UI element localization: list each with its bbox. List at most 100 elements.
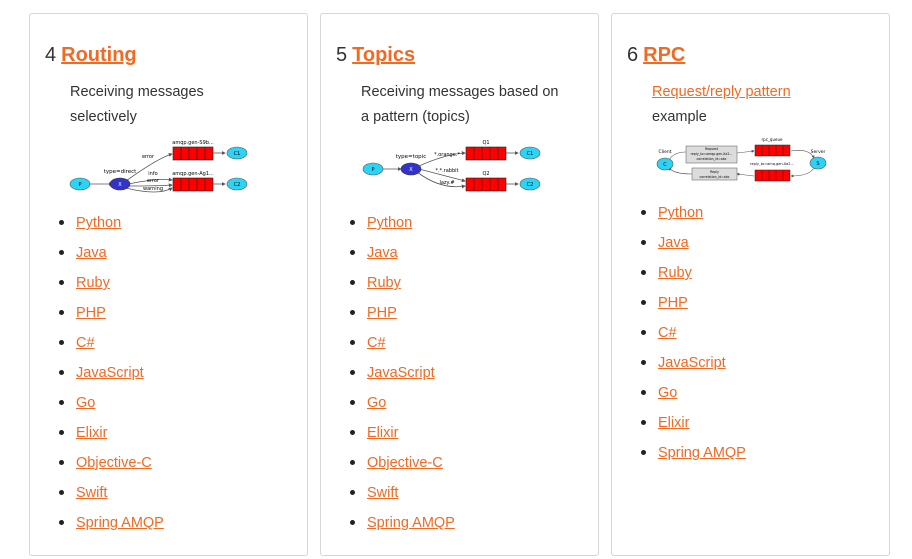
language-list-item: JavaScript: [641, 354, 746, 384]
language-link-php[interactable]: PHP: [367, 305, 397, 321]
language-link-java[interactable]: Java: [658, 235, 689, 251]
language-list-item: Ruby: [350, 274, 455, 304]
language-link-go[interactable]: Go: [658, 385, 677, 401]
language-list-item: Go: [641, 384, 746, 414]
server-caption: Server: [811, 149, 826, 155]
language-link-elixir[interactable]: Elixir: [367, 425, 398, 441]
language-link-ruby[interactable]: Ruby: [76, 275, 110, 291]
language-list-item: Spring AMQP: [641, 444, 746, 474]
language-link-ruby[interactable]: Ruby: [658, 265, 692, 281]
language-link-python[interactable]: Python: [367, 215, 412, 231]
tutorial-title-link[interactable]: RPC: [643, 44, 685, 66]
language-list-item: Objective-C: [350, 454, 455, 484]
language-link-elixir[interactable]: Elixir: [76, 425, 107, 441]
client-caption: Client: [658, 149, 671, 155]
language-link-swift[interactable]: Swift: [76, 485, 107, 501]
language-link-spring-amqp[interactable]: Spring AMQP: [658, 445, 746, 461]
language-list-item: C#: [641, 324, 746, 354]
language-list-item: Java: [350, 244, 455, 274]
description-line: a pattern (topics): [361, 109, 470, 125]
reply-text: Reply: [710, 170, 719, 174]
queue-name: Q1: [482, 140, 489, 146]
language-link-python[interactable]: Python: [658, 205, 703, 221]
binding-label: error: [147, 178, 160, 184]
rpc-queue: [754, 144, 791, 157]
language-list-item: Ruby: [59, 274, 164, 304]
language-list-item: Swift: [59, 484, 164, 514]
tutorial-card-topics: 5 Topics Receiving messages based on a pa…: [320, 13, 599, 556]
routing-diagram: P X type=direct error info error warning…: [69, 140, 248, 193]
language-list: Python Java Ruby PHP C# JavaScript Go Elixir Spr…: [641, 204, 746, 474]
language-link-spring-amqp[interactable]: Spring AMQP: [76, 515, 164, 531]
description-line: example: [652, 109, 707, 125]
queue-2: [465, 177, 507, 192]
language-link-java[interactable]: Java: [76, 245, 107, 261]
language-list-item: Python: [59, 214, 164, 244]
tutorial-title-link[interactable]: Routing: [61, 44, 137, 66]
language-list-item: Objective-C: [59, 454, 164, 484]
reply-text: correlation_id=abc: [699, 175, 729, 179]
language-link-objective-c[interactable]: Objective-C: [76, 455, 152, 471]
language-link-swift[interactable]: Swift: [367, 485, 398, 501]
card-title: 6 RPC: [627, 44, 685, 67]
language-link-objective-c[interactable]: Objective-C: [367, 455, 443, 471]
language-link-c[interactable]: C#: [367, 335, 386, 351]
tutorial-description: Receiving messages based on a pattern (t…: [361, 80, 586, 130]
language-list-item: C#: [59, 334, 164, 364]
language-list-item: Spring AMQP: [59, 514, 164, 544]
binding-label: *.*.rabbit: [436, 168, 459, 174]
language-list-item: Spring AMQP: [350, 514, 455, 544]
language-link-python[interactable]: Python: [76, 215, 121, 231]
language-link-javascript[interactable]: JavaScript: [367, 365, 435, 381]
language-list-item: JavaScript: [350, 364, 455, 394]
producer-label: P: [371, 167, 374, 173]
queue-2: [172, 177, 214, 192]
language-link-spring-amqp[interactable]: Spring AMQP: [367, 515, 455, 531]
language-list-item: Elixir: [59, 424, 164, 454]
language-list-item: Elixir: [350, 424, 455, 454]
exchange-type-label: type=topic: [396, 154, 426, 160]
language-link-c[interactable]: C#: [76, 335, 95, 351]
language-link-php[interactable]: PHP: [658, 295, 688, 311]
exchange-label: X: [409, 167, 413, 173]
tutorial-number: 6: [627, 44, 639, 66]
consumer-label: C2: [234, 182, 241, 188]
consumer-label: C2: [527, 182, 534, 188]
language-list-item: PHP: [641, 294, 746, 324]
language-list-item: Python: [350, 214, 455, 244]
card-title: 5 Topics: [336, 44, 415, 67]
binding-label: warning: [143, 186, 163, 192]
language-list-item: PHP: [59, 304, 164, 334]
language-link-php[interactable]: PHP: [76, 305, 106, 321]
language-list-item: Java: [59, 244, 164, 274]
queue-1: [465, 146, 507, 161]
language-list-item: Swift: [350, 484, 455, 514]
producer-label: P: [78, 182, 81, 188]
tutorial-title-link[interactable]: Topics: [352, 44, 415, 66]
language-link-go[interactable]: Go: [76, 395, 95, 411]
language-link-c[interactable]: C#: [658, 325, 677, 341]
language-list-item: Elixir: [641, 414, 746, 444]
language-link-javascript[interactable]: JavaScript: [658, 355, 726, 371]
language-link-go[interactable]: Go: [367, 395, 386, 411]
topics-diagram: P X type=topic *.orange.* *.*.rabbit laz…: [362, 140, 541, 192]
client-label: C: [663, 162, 667, 168]
binding-label: error: [142, 154, 155, 160]
language-link-ruby[interactable]: Ruby: [367, 275, 401, 291]
language-list-item: Ruby: [641, 264, 746, 294]
tutorial-card-rpc: 6 RPC Request/reply pattern example C Cli…: [611, 13, 890, 556]
card-title: 4 Routing: [45, 44, 137, 67]
language-link-javascript[interactable]: JavaScript: [76, 365, 144, 381]
language-link-elixir[interactable]: Elixir: [658, 415, 689, 431]
consumer-label: C1: [527, 151, 534, 157]
description-line: Receiving messages based on: [361, 84, 559, 100]
binding-label: lazy.#: [439, 180, 454, 186]
queue-name: rpc_queue: [762, 137, 783, 142]
language-list-item: C#: [350, 334, 455, 364]
binding-label: *.orange.*: [434, 152, 460, 158]
tutorial-card-routing: 4 Routing Receiving messages selectively …: [29, 13, 308, 556]
description-line: Receiving messages: [70, 84, 204, 100]
request-reply-pattern-link[interactable]: Request/reply pattern: [652, 84, 791, 100]
language-link-java[interactable]: Java: [367, 245, 398, 261]
description-line: selectively: [70, 109, 137, 125]
